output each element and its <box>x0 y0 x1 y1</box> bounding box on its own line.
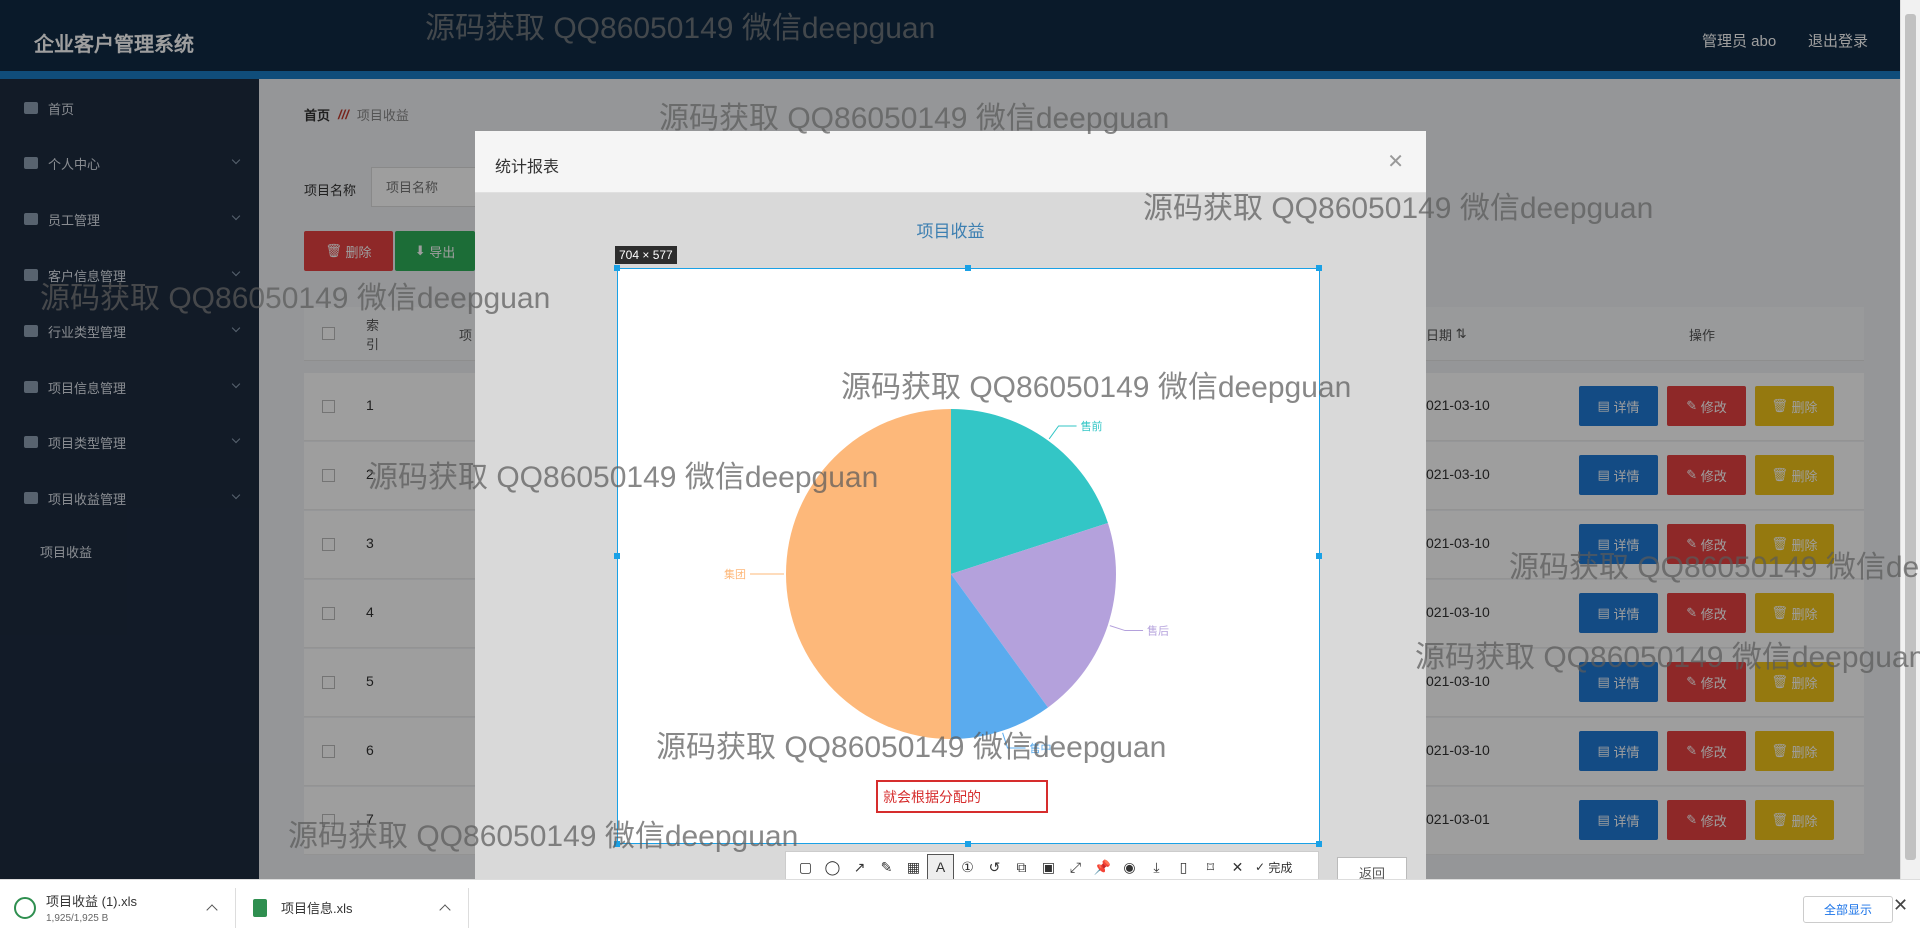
resize-handle[interactable] <box>965 265 971 271</box>
capture-size-label: 704 × 577 <box>615 246 677 264</box>
mosaic-icon[interactable]: ▦ <box>900 854 927 881</box>
resize-handle[interactable] <box>614 265 620 271</box>
download-size: 1,925/1,925 B <box>46 913 109 924</box>
page-scrollbar[interactable] <box>1900 0 1920 879</box>
resize-handle[interactable] <box>965 841 971 847</box>
chart-title: 项目收益 <box>916 222 985 241</box>
download-progress-icon <box>14 896 36 919</box>
divider <box>468 888 469 928</box>
pie-label: 集团 <box>724 567 746 581</box>
scrollbar-thumb[interactable] <box>1905 14 1916 860</box>
resize-handle[interactable] <box>614 553 620 559</box>
bookmark-icon[interactable]: ⌑ <box>1197 854 1224 881</box>
undo-icon[interactable]: ↺ <box>981 854 1008 881</box>
pie-leader-line <box>1048 425 1077 440</box>
download-item[interactable]: 项目收益 (1).xls 1,925/1,925 B <box>14 880 137 934</box>
pie-leader-line <box>1109 625 1144 632</box>
chevron-up-icon[interactable] <box>439 904 451 916</box>
modal-title: 统计报表 <box>495 159 560 176</box>
show-all-button[interactable]: 全部显示 <box>1803 896 1893 923</box>
annotation-text-input[interactable]: 就会根据分配的 <box>876 780 1048 813</box>
cancel-icon[interactable]: ✕ <box>1224 854 1251 881</box>
capture-region[interactable]: 售前售后售中 集团 <box>617 268 1320 844</box>
chevron-up-icon[interactable] <box>206 904 218 916</box>
resize-handle[interactable] <box>1316 265 1322 271</box>
pie-label: 售中 <box>1030 741 1052 755</box>
done-label: 完成 <box>1268 860 1293 875</box>
download-item[interactable]: 项目信息.xls <box>253 880 353 934</box>
resize-handle[interactable] <box>1316 553 1322 559</box>
done-button[interactable]: ✓ 完成 <box>1255 859 1292 876</box>
divider <box>235 888 236 928</box>
text-tool-icon[interactable]: A <box>927 853 954 881</box>
pin-icon[interactable]: 📌 <box>1089 854 1116 881</box>
pie-leader-line <box>1002 732 1026 749</box>
save-icon[interactable]: ⤓ <box>1143 854 1170 881</box>
pie-label: 售后 <box>1147 624 1169 638</box>
pen-icon[interactable]: ✎ <box>873 854 900 881</box>
record-icon[interactable]: ◉ <box>1116 854 1143 881</box>
phone-icon[interactable]: ▯ <box>1170 854 1197 881</box>
number-icon[interactable]: ① <box>954 854 981 881</box>
pie-label: 售前 <box>1081 419 1103 433</box>
downloads-bar: 项目收益 (1).xls 1,925/1,925 B 项目信息.xls 全部显示… <box>0 879 1920 934</box>
download-name: 项目信息.xls <box>281 901 353 916</box>
arrow-icon[interactable]: ↗ <box>846 854 873 881</box>
pie-slice <box>786 409 951 739</box>
rectangle-icon[interactable]: ▢ <box>792 854 819 881</box>
crop-icon[interactable]: ⧉ <box>1008 854 1035 881</box>
pie-chart: 售前售后售中 集团 <box>724 409 1169 755</box>
modal-header: 统计报表 ✕ <box>475 131 1426 193</box>
ocr-icon[interactable]: ▣ <box>1035 854 1062 881</box>
ellipse-icon[interactable]: ◯ <box>819 854 846 881</box>
close-icon[interactable]: ✕ <box>1387 149 1404 174</box>
resize-handle[interactable] <box>1316 841 1322 847</box>
check-icon: ✓ <box>1255 860 1269 874</box>
excel-file-icon <box>253 898 267 917</box>
long-capture-icon[interactable]: ⤢ <box>1062 854 1089 881</box>
resize-handle[interactable] <box>614 841 620 847</box>
close-icon[interactable]: ✕ <box>1893 895 1908 916</box>
download-name: 项目收益 (1).xls <box>46 894 138 909</box>
